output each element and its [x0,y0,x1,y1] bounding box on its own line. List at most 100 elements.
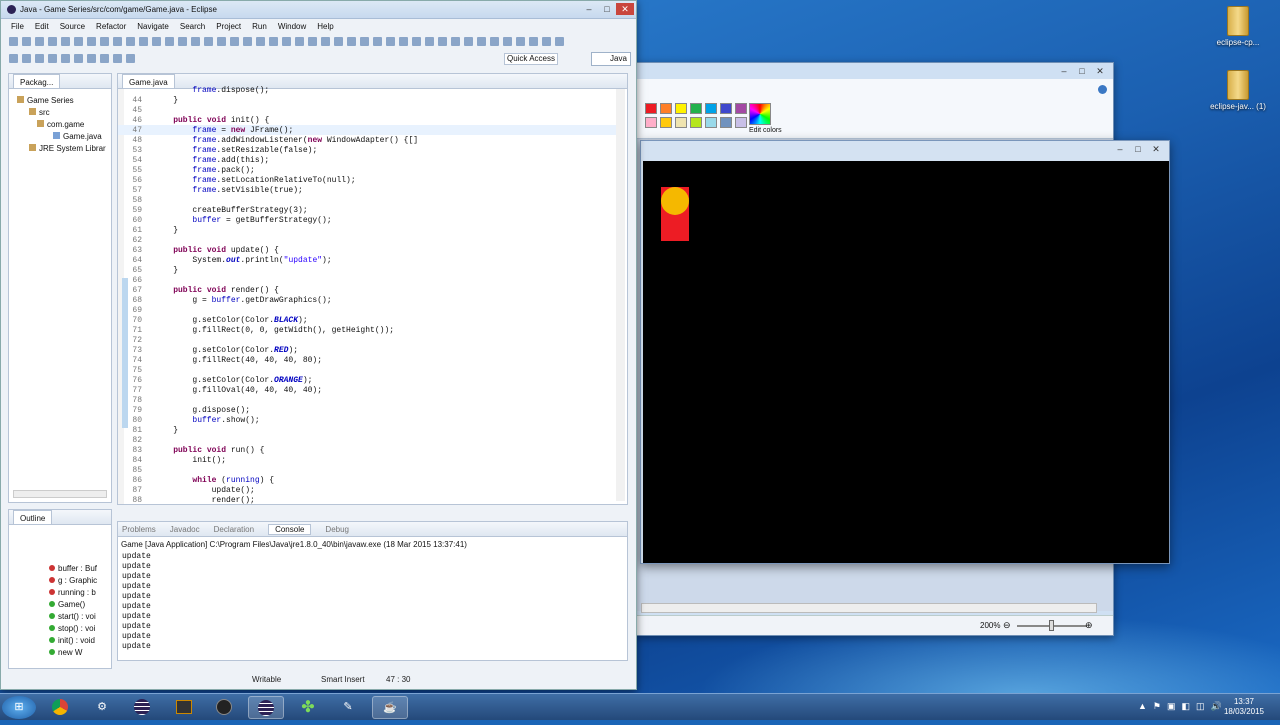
toolbar-button-icon[interactable] [100,37,109,46]
palette-color-swatch[interactable] [705,103,717,114]
palette-color-swatch[interactable] [735,103,747,114]
terminal-taskbar-icon[interactable] [166,696,202,719]
tab-javadoc[interactable]: Javadoc [170,525,200,534]
palette-color-swatch[interactable] [675,103,687,114]
toolbar-button-icon[interactable] [100,54,109,63]
palette-color-swatch[interactable] [675,117,687,128]
system-tray-icons[interactable]: ▲⚑▣◧◫🔊 [1138,701,1228,712]
maximize-icon[interactable]: □ [598,3,616,15]
toolbar-button-icon[interactable] [503,37,512,46]
close-icon[interactable]: ✕ [1147,143,1165,155]
toolbar-button-icon[interactable] [529,37,538,46]
start-button[interactable]: ⊞ [2,696,36,719]
eclipse-taskbar-icon[interactable] [124,696,160,719]
maximize-icon[interactable]: □ [1073,65,1091,77]
toolbar-button-icon[interactable] [9,54,18,63]
clover-taskbar-icon[interactable]: ✤ [290,696,326,719]
toolbar-button-icon[interactable] [217,37,226,46]
close-icon[interactable]: ✕ [1091,65,1109,77]
clock[interactable]: 13:37 18/03/2015 [1222,697,1266,717]
toolbar-button-icon[interactable] [22,54,31,63]
toolbar-button-icon[interactable] [334,37,343,46]
outline-item[interactable]: running : b [49,587,111,599]
toolbar-button-icon[interactable] [191,37,200,46]
tree-item[interactable]: src [13,107,111,119]
desktop-icon-eclipse-cp[interactable]: eclipse-cp... [1208,6,1268,47]
toolbar-button-icon[interactable] [555,37,564,46]
toolbar-button-icon[interactable] [87,37,96,46]
menu-project[interactable]: Project [216,22,241,31]
palette-color-swatch[interactable] [645,103,657,114]
toolbar-button-icon[interactable] [61,37,70,46]
tree-item[interactable]: Game.java [13,131,111,143]
toolbar-button-icon[interactable] [165,37,174,46]
outline-item[interactable]: Game() [49,599,111,611]
outline-tab[interactable]: Outline [9,510,111,525]
obs-taskbar-icon[interactable] [206,696,242,719]
toolbar-button-icon[interactable] [243,37,252,46]
tree-item[interactable]: com.game [13,119,111,131]
package-explorer-tab[interactable]: Packag... [9,74,111,89]
minimize-icon[interactable]: – [1055,65,1073,77]
control-panel-taskbar-icon[interactable]: ⚙ [84,696,120,719]
palette-color-swatch[interactable] [690,117,702,128]
toolbar-button-icon[interactable] [360,37,369,46]
toolbar-button-icon[interactable] [113,54,122,63]
palette-color-swatch[interactable] [705,117,717,128]
chrome-taskbar-icon[interactable] [42,696,78,719]
toolbar-button-icon[interactable] [152,37,161,46]
toolbar-button-icon[interactable] [542,37,551,46]
toolbar-button-icon[interactable] [256,37,265,46]
outline-item[interactable]: new W [49,647,111,659]
tree-item[interactable]: JRE System Librar [13,143,111,155]
horizontal-scrollbar[interactable] [641,603,1097,613]
toolbar-button-icon[interactable] [347,37,356,46]
toolbar-button-icon[interactable] [516,37,525,46]
tab-console[interactable]: Console [268,524,312,535]
palette-color-swatch[interactable] [720,103,732,114]
menu-help[interactable]: Help [317,22,333,31]
toolbar-button-icon[interactable] [87,54,96,63]
minimize-icon[interactable]: – [1111,143,1129,155]
toolbar-button-icon[interactable] [178,37,187,46]
toolbar-button-icon[interactable] [412,37,421,46]
toolbar-button-icon[interactable] [282,37,291,46]
desktop-icon-eclipse-jav[interactable]: eclipse-jav... (1) [1208,70,1268,111]
toolbar-button-icon[interactable] [464,37,473,46]
toolbar-button-icon[interactable] [490,37,499,46]
toolbar-button-icon[interactable] [399,37,408,46]
java-taskbar-icon[interactable]: ☕ [372,696,408,719]
toolbar-button-icon[interactable] [126,37,135,46]
console-output[interactable]: update update update update update update upda… [122,552,151,652]
zoom-out-icon[interactable]: ⊖ [1003,620,1011,631]
toolbar-button-icon[interactable] [35,54,44,63]
outline-item[interactable]: g : Graphic [49,575,111,587]
outline-item[interactable]: init() : void [49,635,111,647]
tree-item[interactable]: Game Series [13,95,111,107]
quick-access-field[interactable]: Quick Access [504,53,558,65]
outline-item[interactable]: stop() : voi [49,623,111,635]
toolbar-button-icon[interactable] [48,37,57,46]
toolbar-button-icon[interactable] [308,37,317,46]
menu-edit[interactable]: Edit [35,22,49,31]
tab-problems[interactable]: Problems [122,525,156,534]
menu-navigate[interactable]: Navigate [137,22,169,31]
toolbar-button-icon[interactable] [230,37,239,46]
tab-debug[interactable]: Debug [325,525,349,534]
toolbar-button-icon[interactable] [438,37,447,46]
close-icon[interactable]: ✕ [616,3,634,15]
toolbar-button-icon[interactable] [35,37,44,46]
palette-color-swatch[interactable] [720,117,732,128]
eclipse-active-taskbar-icon[interactable] [248,696,284,719]
palette-color-swatch[interactable] [645,117,657,128]
edit-colors-icon[interactable] [749,103,771,125]
toolbar-button-icon[interactable] [113,37,122,46]
toolbar-button-icon[interactable] [61,54,70,63]
toolbar-button-icon[interactable] [22,37,31,46]
toolbar-button-icon[interactable] [74,37,83,46]
help-icon[interactable] [1098,85,1107,94]
toolbar-button-icon[interactable] [425,37,434,46]
horizontal-scrollbar[interactable] [13,490,107,498]
vertical-scrollbar[interactable] [616,89,625,501]
palette-color-swatch[interactable] [660,117,672,128]
